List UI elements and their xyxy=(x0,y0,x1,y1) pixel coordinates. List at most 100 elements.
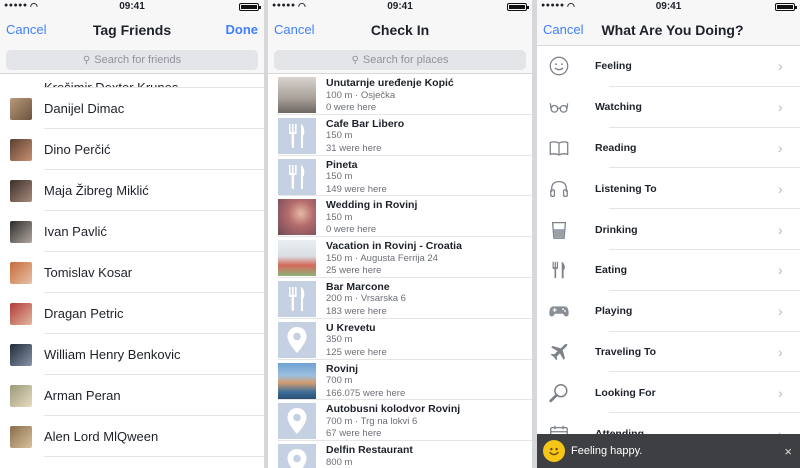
cup-icon xyxy=(537,219,581,241)
fork-knife-icon xyxy=(278,280,316,317)
avatar xyxy=(10,97,32,120)
activity-reading[interactable]: Reading › xyxy=(537,128,800,169)
status-time: 09:41 xyxy=(387,1,413,12)
nav-bar: Cancel What Are You Doing? xyxy=(537,14,800,46)
search-icon: ⚲ xyxy=(351,54,359,66)
place-name: Unutarnje uređenje Kopić xyxy=(326,77,454,89)
search-placeholder: Search for places xyxy=(362,54,449,66)
activity-label: Looking For xyxy=(595,386,656,399)
chevron-right-icon: › xyxy=(778,99,783,116)
list-item[interactable]: U Krevetu 350 m 125 were here xyxy=(268,319,532,360)
activity-screen: ●●●●● ◠ 09:41 Cancel What Are You Doing?… xyxy=(537,0,800,468)
search-icon: ⚲ xyxy=(82,54,91,66)
list-item[interactable]: Cafe Bar Libero 150 m 31 were here xyxy=(268,115,532,156)
search-bar: ⚲ Search for places xyxy=(268,46,532,74)
list-item[interactable]: Ivan Pavlić xyxy=(0,211,264,252)
friend-name: Dino Perčić xyxy=(44,142,111,157)
avatar xyxy=(10,261,32,284)
status-bar: ●●●●● ◠ 09:41 xyxy=(0,0,264,14)
avatar xyxy=(10,343,32,366)
list-item[interactable]: Krešimir Dexter Krunes xyxy=(0,74,264,88)
place-count: 166.075 were here xyxy=(326,387,406,399)
list-item[interactable]: Alen Lord MlQween xyxy=(0,416,264,457)
list-item[interactable]: Delfin Restaurant 800 m xyxy=(268,441,532,468)
place-count: 31 were here xyxy=(326,142,382,154)
list-item[interactable]: Unutarnje uređenje Kopić 100 m · Osječka… xyxy=(268,74,532,115)
headphones-icon xyxy=(537,178,581,200)
gamepad-icon xyxy=(537,300,581,322)
activity-eating[interactable]: Eating › xyxy=(537,250,800,291)
place-detail: 800 m xyxy=(326,456,353,468)
chevron-right-icon: › xyxy=(778,139,783,156)
place-count: 125 were here xyxy=(326,346,387,358)
place-name: Vacation in Rovinj - Croatia xyxy=(326,240,462,253)
battery-icon xyxy=(239,3,261,11)
place-photo xyxy=(278,77,316,113)
list-item[interactable]: Danijel Dimac xyxy=(0,88,264,129)
activity-feeling[interactable]: Feeling › xyxy=(537,46,800,87)
close-icon[interactable]: × xyxy=(784,444,792,459)
place-name: U Krevetu xyxy=(326,321,376,334)
place-detail: 150 m xyxy=(326,171,353,183)
avatar xyxy=(10,302,32,325)
list-item[interactable]: Dino Perčić xyxy=(0,129,264,170)
place-name: Autobusni kolodvor Rovinj xyxy=(326,403,461,416)
place-name: Wedding in Rovinj xyxy=(326,199,418,212)
friend-name: Krešimir Dexter Krunes xyxy=(44,80,179,88)
search-input[interactable]: ⚲ Search for friends xyxy=(6,50,258,70)
list-item[interactable]: Tomislav Kosar xyxy=(0,252,264,293)
place-detail: 200 m · Vrsarska 6 xyxy=(326,293,406,305)
list-item[interactable]: Arman Peran xyxy=(0,375,264,416)
list-item[interactable]: Dragan Petric xyxy=(0,293,264,334)
place-detail: 150 m xyxy=(326,130,353,142)
glasses-icon xyxy=(537,96,581,118)
list-item[interactable]: Autobusni kolodvor Rovinj 700 m · Trg na… xyxy=(268,400,532,441)
list-item[interactable]: Rovinj 700 m 166.075 were here xyxy=(268,360,532,401)
magnifier-icon xyxy=(537,382,581,404)
status-time: 09:41 xyxy=(119,1,145,12)
activity-playing[interactable]: Playing › xyxy=(537,291,800,332)
battery-icon xyxy=(507,3,529,11)
map-pin-icon xyxy=(278,321,316,358)
fork-knife-icon xyxy=(278,117,316,154)
activity-looking-for[interactable]: Looking For › xyxy=(537,372,800,413)
list-item[interactable]: William Henry Benkovic xyxy=(0,334,264,375)
search-input[interactable]: ⚲ Search for places xyxy=(274,50,526,70)
place-photo xyxy=(278,240,316,277)
list-item[interactable]: Maja Žibreg Miklić xyxy=(0,170,264,211)
list-item[interactable]: Vacation in Rovinj - Croatia 150 m · Aug… xyxy=(268,237,532,278)
activity-traveling[interactable]: Traveling To › xyxy=(537,332,800,373)
list-item[interactable]: Pineta 150 m 149 were here xyxy=(268,156,532,197)
smiley-icon xyxy=(537,55,581,77)
place-count: 67 were here xyxy=(326,428,382,440)
page-title: Tag Friends xyxy=(92,22,172,38)
chevron-right-icon: › xyxy=(778,343,783,360)
chevron-right-icon: › xyxy=(778,384,783,401)
list-item[interactable]: Bar Marcone 200 m · Vrsarska 6 183 were … xyxy=(268,278,532,319)
avatar xyxy=(10,220,32,243)
page-title: What Are You Doing? xyxy=(601,22,744,38)
toast-message: Feeling happy. xyxy=(571,445,643,457)
status-bar: ●●●●● ◠ 09:41 xyxy=(537,0,800,14)
activity-listening[interactable]: Listening To › xyxy=(537,168,800,209)
place-photo xyxy=(278,362,316,399)
friend-name: Maja Žibreg Miklić xyxy=(44,183,149,198)
happy-emoji-icon xyxy=(543,440,565,462)
activity-watching[interactable]: Watching › xyxy=(537,87,800,128)
fork-knife-icon xyxy=(278,158,316,195)
activity-drinking[interactable]: Drinking › xyxy=(537,209,800,250)
place-name: Rovinj xyxy=(326,362,359,375)
nav-bar: Cancel Tag Friends Done xyxy=(0,14,264,46)
list-item[interactable]: Wedding in Rovinj 150 m 0 were here xyxy=(268,196,532,237)
place-list: Unutarnje uređenje Kopić 100 m · Osječka… xyxy=(268,74,532,468)
place-name: Cafe Bar Libero xyxy=(326,117,405,130)
nav-bar: Cancel Check In xyxy=(268,14,532,46)
feeling-toast[interactable]: Feeling happy. × xyxy=(537,434,800,468)
friend-name: Alen Lord MlQween xyxy=(44,429,159,444)
place-count: 0 were here xyxy=(326,224,377,236)
place-detail: 100 m · Osječka xyxy=(326,89,396,101)
place-detail: 700 m · Trg na lokvi 6 xyxy=(326,415,418,427)
battery-icon xyxy=(775,3,797,11)
friend-name: Tomislav Kosar xyxy=(44,265,133,280)
done-button[interactable]: Done xyxy=(226,22,259,37)
